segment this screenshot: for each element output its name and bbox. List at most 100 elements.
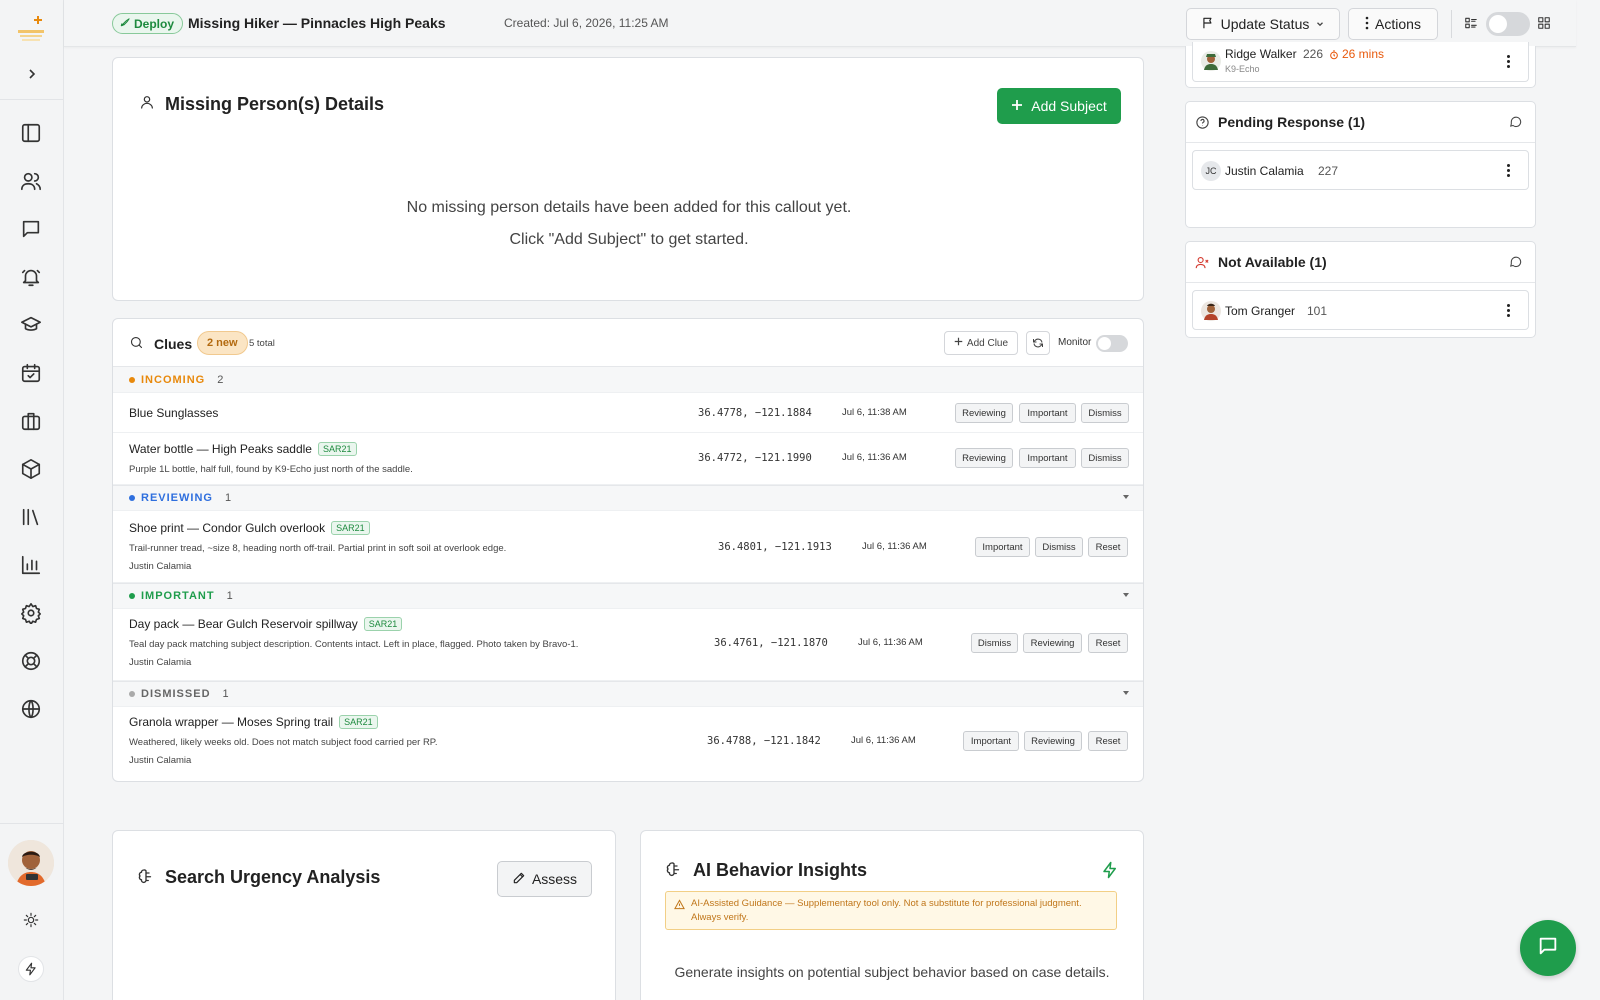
assess-button[interactable]: Assess [497, 861, 592, 897]
clue-reporter: Justin Calamia [129, 755, 192, 766]
zap-icon[interactable] [18, 956, 44, 982]
ai-insights-card: AI Behavior Insights AI-Assisted Guidanc… [640, 830, 1144, 1000]
responder-row[interactable]: JC Justin Calamia 227 [1192, 150, 1529, 190]
globe-icon[interactable] [18, 696, 44, 722]
lifebuoy-icon[interactable] [18, 648, 44, 674]
reviewing-button[interactable]: Reviewing [955, 403, 1013, 423]
clue-row[interactable]: Granola wrapper — Moses Spring trail SAR2… [113, 707, 1143, 781]
caret-down-icon [1123, 495, 1129, 499]
ai-warning: AI-Assisted Guidance — Supplementary too… [665, 891, 1117, 930]
responder-avatar [1201, 301, 1221, 324]
clue-tag: SAR21 [363, 617, 403, 631]
reviewing-button[interactable]: Reviewing [1024, 731, 1082, 751]
dismiss-button[interactable]: Dismiss [1081, 403, 1129, 423]
kebab-menu-icon[interactable] [1507, 164, 1510, 177]
message-icon[interactable] [1509, 255, 1523, 272]
refresh-icon[interactable] [1026, 331, 1050, 355]
settings-icon[interactable] [18, 600, 44, 626]
users-icon[interactable] [18, 168, 44, 194]
sidebar-expand-icon[interactable] [22, 64, 42, 84]
kebab-vertical-icon [1365, 16, 1369, 33]
clue-time: Jul 6, 11:36 AM [858, 637, 923, 648]
section-reviewing[interactable]: REVIEWING 1 [113, 485, 1143, 511]
responder-avatar [1201, 51, 1221, 74]
reset-button[interactable]: Reset [1088, 633, 1128, 653]
section-incoming[interactable]: INCOMING 2 [113, 367, 1143, 393]
responder-number: 227 [1318, 164, 1339, 178]
sidebar-divider [0, 99, 64, 100]
brain-icon [665, 860, 683, 883]
ai-warning-text: AI-Assisted Guidance — Supplementary too… [691, 898, 1082, 923]
clue-row[interactable]: Blue Sunglasses 36.4778, −121.1884 Jul 6… [113, 393, 1143, 433]
message-icon[interactable] [1509, 115, 1523, 132]
clue-coordinates: 36.4761, −121.1870 [714, 637, 828, 649]
important-button[interactable]: Important [963, 731, 1019, 751]
clue-time: Jul 6, 11:36 AM [862, 541, 927, 552]
chat-fab-button[interactable] [1520, 920, 1576, 976]
panel-icon[interactable] [18, 120, 44, 146]
clue-description: Teal day pack matching subject descripti… [129, 639, 579, 650]
calendar-check-icon[interactable] [18, 360, 44, 386]
kebab-menu-icon[interactable] [1507, 55, 1510, 68]
rocket-icon [119, 17, 130, 31]
clue-title: Water bottle — High Peaks saddle [129, 442, 312, 456]
update-status-label: Update Status [1220, 16, 1310, 32]
zap-icon[interactable] [1101, 861, 1119, 884]
pending-response-header[interactable]: Pending Response (1) [1186, 102, 1535, 143]
ai-insights-title: AI Behavior Insights [693, 860, 868, 880]
reset-button[interactable]: Reset [1088, 731, 1128, 751]
caret-down-icon [1123, 691, 1129, 695]
briefcase-icon[interactable] [18, 408, 44, 434]
chat-icon[interactable] [18, 216, 44, 242]
edit-icon [512, 871, 526, 888]
help-circle-icon [1195, 115, 1210, 133]
grid-view-icon[interactable] [1537, 16, 1551, 35]
actions-button[interactable]: Actions [1348, 8, 1438, 40]
monitor-toggle[interactable] [1096, 335, 1128, 352]
important-button[interactable]: Important [975, 537, 1030, 557]
clue-tag: SAR21 [317, 442, 357, 456]
kebab-menu-icon[interactable] [1507, 304, 1510, 317]
library-icon[interactable] [18, 504, 44, 530]
created-timestamp: Created: Jul 6, 2026, 11:25 AM [504, 16, 669, 30]
assess-label: Assess [531, 871, 578, 887]
bell-icon[interactable] [18, 264, 44, 290]
reset-button[interactable]: Reset [1088, 537, 1128, 557]
list-view-icon[interactable] [1464, 16, 1478, 35]
section-important[interactable]: IMPORTANT 1 [113, 583, 1143, 609]
empty-state-line-2: Click "Add Subject" to get started. [509, 231, 749, 248]
sun-icon[interactable] [19, 908, 43, 932]
add-subject-button[interactable]: Add Subject [997, 88, 1121, 124]
dismiss-button[interactable]: Dismiss [971, 633, 1018, 653]
app-logo[interactable] [14, 12, 48, 46]
responder-row[interactable]: Ridge Walker 226 26 mins K9-Echo [1192, 42, 1529, 82]
add-clue-button[interactable]: Add Clue [944, 331, 1018, 355]
warning-icon [674, 899, 685, 915]
clue-row[interactable]: Water bottle — High Peaks saddle SAR21 Pu… [113, 433, 1143, 485]
clue-row[interactable]: Day pack — Bear Gulch Reservoir spillway… [113, 609, 1143, 681]
missing-person-card: Missing Person(s) Details Add Subject No… [112, 57, 1144, 301]
update-status-button[interactable]: Update Status [1186, 8, 1340, 40]
dismiss-button[interactable]: Dismiss [1035, 537, 1083, 557]
dismiss-button[interactable]: Dismiss [1081, 448, 1129, 468]
clues-title: Clues [154, 336, 193, 352]
user-avatar[interactable] [8, 840, 54, 886]
responders-card: Ridge Walker 226 26 mins K9-Echo [1185, 42, 1536, 88]
dismissed-dot [129, 691, 135, 697]
graduation-icon[interactable] [18, 312, 44, 338]
not-available-header[interactable]: Not Available (1) [1186, 242, 1535, 283]
bar-chart-icon[interactable] [18, 552, 44, 578]
clue-row[interactable]: Shoe print — Condor Gulch overlook SAR21 … [113, 511, 1143, 583]
reviewing-button[interactable]: Reviewing [1023, 633, 1082, 653]
view-toggle[interactable] [1486, 12, 1530, 36]
responder-row[interactable]: Tom Granger 101 [1192, 290, 1529, 330]
brain-icon [137, 867, 155, 890]
package-icon[interactable] [18, 456, 44, 482]
important-button[interactable]: Important [1019, 403, 1076, 423]
responder-unit: K9-Echo [1225, 64, 1260, 74]
section-dismissed[interactable]: DISMISSED 1 [113, 681, 1143, 707]
clue-reporter: Justin Calamia [129, 561, 192, 572]
important-button[interactable]: Important [1019, 448, 1076, 468]
reviewing-button[interactable]: Reviewing [955, 448, 1013, 468]
clue-description: Purple 1L bottle, half full, found by K9… [129, 464, 413, 475]
